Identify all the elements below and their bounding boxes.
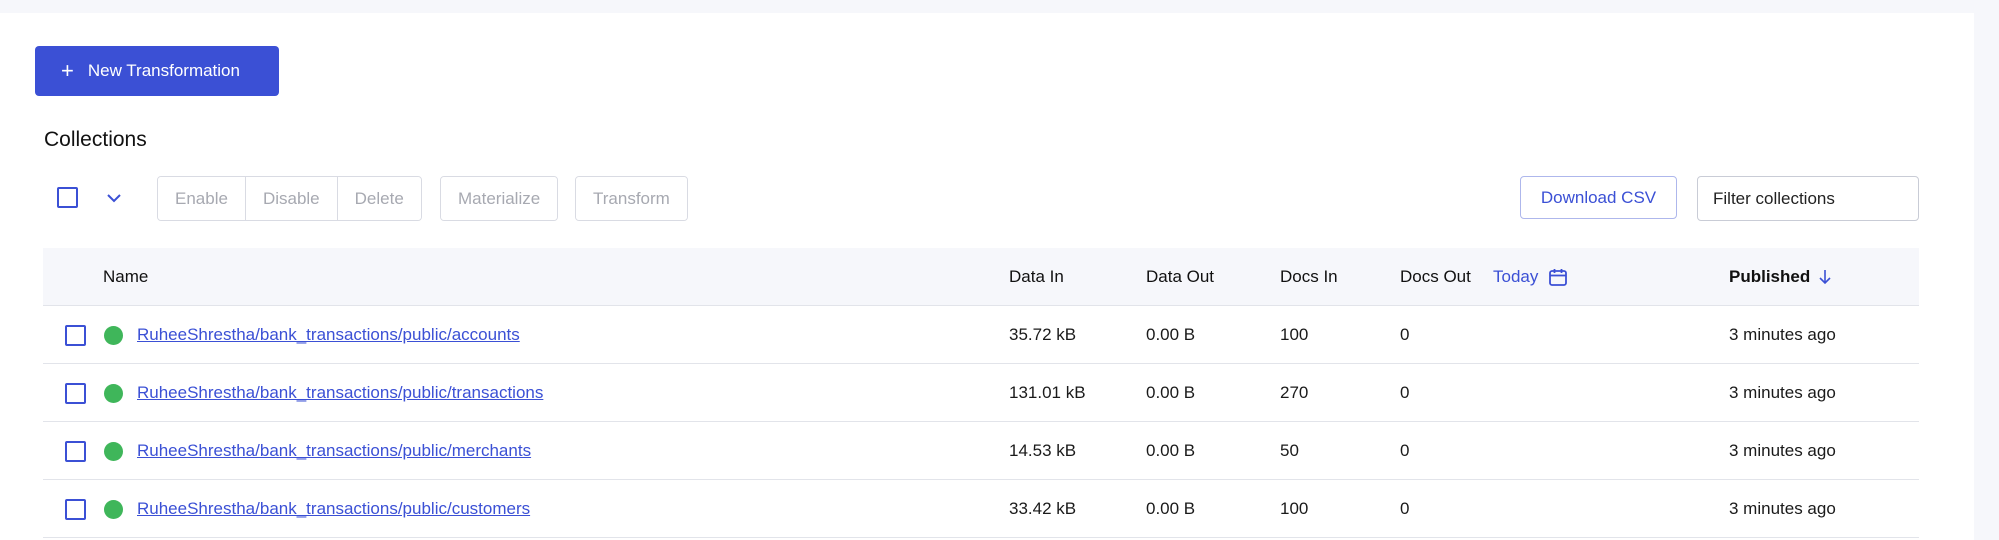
- cell-data-out: 0.00 B: [1146, 325, 1196, 344]
- materialize-button[interactable]: Materialize: [441, 177, 558, 220]
- cell-published: 3 minutes ago: [1729, 441, 1836, 460]
- row-checkbox[interactable]: [65, 499, 86, 520]
- cell-data-out: 0.00 B: [1146, 441, 1196, 460]
- table-row: RuheeShrestha/bank_transactions/public/t…: [43, 364, 1919, 422]
- plus-icon: +: [61, 58, 74, 83]
- status-dot: [104, 384, 123, 403]
- calendar-icon: [1549, 269, 1568, 286]
- table-row: RuheeShrestha/bank_transactions/public/c…: [43, 480, 1919, 538]
- disable-button[interactable]: Disable: [244, 177, 337, 220]
- row-checkbox[interactable]: [65, 383, 86, 404]
- main-panel: + New Transformation Collections Enable …: [0, 13, 1974, 540]
- cell-data-in: 35.72 kB: [1009, 325, 1077, 344]
- select-all-checkbox[interactable]: [57, 187, 78, 208]
- cell-data-out: 0.00 B: [1146, 499, 1196, 518]
- materialize-group: Materialize: [440, 176, 559, 221]
- row-checkbox[interactable]: [65, 441, 86, 462]
- delete-button[interactable]: Delete: [336, 177, 421, 220]
- cell-docs-out: 0: [1400, 325, 1410, 344]
- table-row: RuheeShrestha/bank_transactions/public/a…: [43, 306, 1919, 364]
- cell-docs-out: 0: [1400, 441, 1410, 460]
- cell-docs-in: 270: [1280, 383, 1309, 402]
- cell-docs-out: 0: [1400, 383, 1410, 402]
- header-published[interactable]: Published: [1729, 248, 1832, 306]
- section-title: Collections: [44, 128, 147, 151]
- header-docs-in: Docs In: [1280, 267, 1338, 286]
- status-dot: [104, 442, 123, 461]
- header-data-out: Data Out: [1146, 267, 1215, 286]
- cell-docs-out: 0: [1400, 499, 1410, 518]
- new-transformation-button[interactable]: + New Transformation: [35, 46, 279, 96]
- cell-published: 3 minutes ago: [1729, 499, 1836, 518]
- filter-collections-input[interactable]: [1697, 176, 1919, 221]
- table-row: RuheeShrestha/bank_transactions/public/m…: [43, 422, 1919, 480]
- collections-table: Name Data In Data Out Docs In Docs Out T…: [43, 248, 1919, 538]
- cell-docs-in: 100: [1280, 325, 1309, 344]
- header-data-in: Data In: [1009, 267, 1064, 286]
- row-checkbox[interactable]: [65, 325, 86, 346]
- collection-name-link[interactable]: RuheeShrestha/bank_transactions/public/a…: [137, 325, 520, 345]
- cell-data-in: 131.01 kB: [1009, 383, 1086, 402]
- collection-name-link[interactable]: RuheeShrestha/bank_transactions/public/c…: [137, 499, 530, 519]
- table-header: Name Data In Data Out Docs In Docs Out T…: [43, 248, 1919, 306]
- bulk-action-group: Enable Disable Delete: [157, 176, 422, 221]
- date-range-label: Today: [1493, 267, 1539, 286]
- chevron-down-icon[interactable]: [104, 191, 124, 205]
- header-published-label: Published: [1729, 267, 1811, 286]
- status-dot: [104, 326, 123, 345]
- cell-data-in: 14.53 kB: [1009, 441, 1077, 460]
- new-transformation-label: New Transformation: [87, 61, 240, 80]
- collection-name-link[interactable]: RuheeShrestha/bank_transactions/public/m…: [137, 441, 531, 461]
- cell-data-out: 0.00 B: [1146, 383, 1196, 402]
- transform-button[interactable]: Transform: [576, 177, 687, 220]
- transform-group: Transform: [575, 176, 688, 221]
- collection-name-link[interactable]: RuheeShrestha/bank_transactions/public/t…: [137, 383, 543, 403]
- header-name[interactable]: Name: [103, 248, 148, 306]
- enable-button[interactable]: Enable: [158, 177, 245, 220]
- cell-docs-in: 50: [1280, 441, 1299, 460]
- cell-docs-in: 100: [1280, 499, 1309, 518]
- header-docs-out: Docs Out: [1400, 267, 1471, 286]
- sort-descending-icon: [1819, 270, 1831, 285]
- cell-published: 3 minutes ago: [1729, 383, 1836, 402]
- cell-published: 3 minutes ago: [1729, 325, 1836, 344]
- status-dot: [104, 500, 123, 519]
- date-range-picker[interactable]: Today: [1493, 248, 1568, 306]
- cell-data-in: 33.42 kB: [1009, 499, 1077, 518]
- download-csv-button[interactable]: Download CSV: [1520, 176, 1677, 219]
